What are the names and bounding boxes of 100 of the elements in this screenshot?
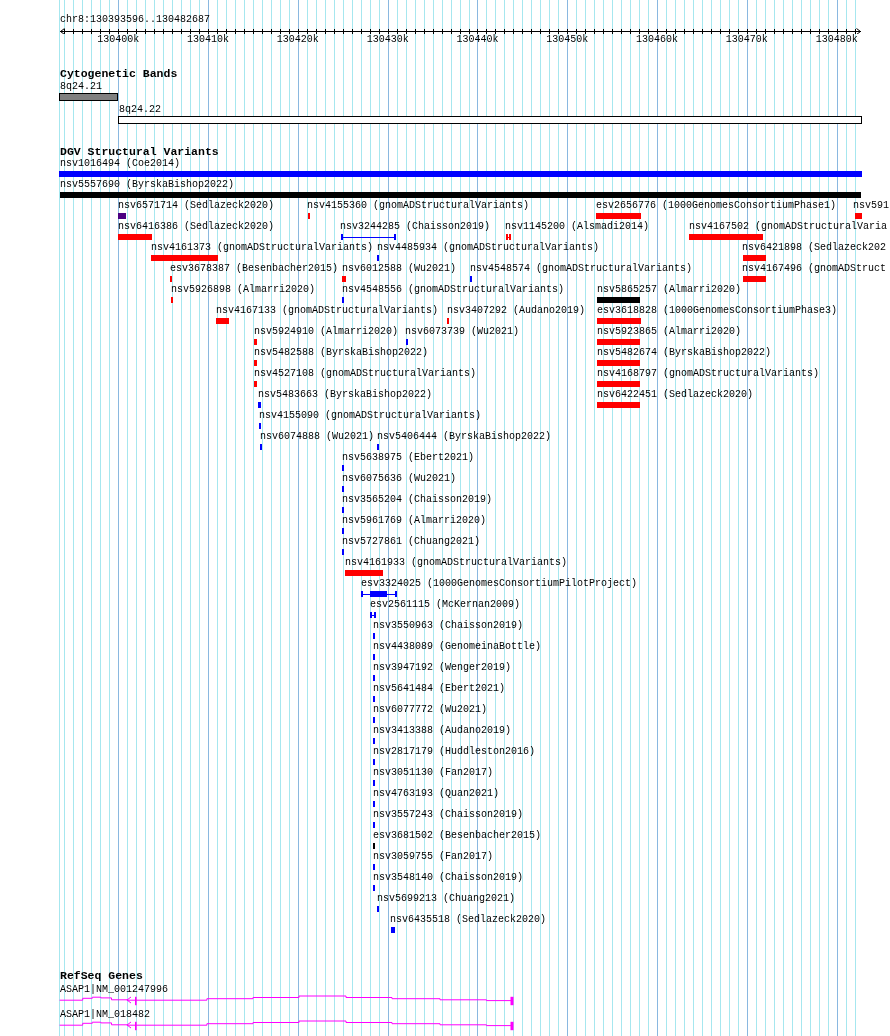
tick-label: 130430k (366, 34, 409, 46)
track-title: RefSeq Genes (60, 969, 143, 982)
variant-range[interactable] (506, 234, 511, 240)
feature-label: nsv5865257 (Almarri2020) (597, 284, 742, 296)
feature-label: nsv4167496 (gnomADStruct (742, 263, 887, 275)
feature-label: nsv3947192 (Wenger2019) (373, 662, 512, 674)
tick-label: 130410k (187, 34, 230, 46)
feature-label: nsv5406444 (ByrskaBishop2022) (377, 431, 552, 443)
feature-label: esv2656776 (1000GenomesConsortiumPhase1) (596, 200, 837, 212)
feature-label: nsv3413388 (Audano2019) (373, 725, 512, 737)
variant-range[interactable] (361, 591, 397, 597)
feature-label: nsv5699213 (Chuang2021) (377, 893, 516, 905)
feature-label: nsv4167133 (gnomADStructuralVariants) (216, 305, 439, 317)
feature-label: nsv6074888 (Wu2021) (260, 431, 375, 443)
variant-bar[interactable] (151, 255, 218, 261)
tick-label: 130480k (815, 34, 858, 46)
feature-label: nsv4155360 (gnomADStructuralVariants) (307, 200, 530, 212)
variant-bar[interactable] (118, 213, 126, 219)
tick-label: 130400k (97, 34, 140, 46)
variant-bar[interactable] (743, 255, 766, 261)
feature-label: nsv2817179 (Huddleston2016) (373, 746, 536, 758)
feature-label: nsv4548574 (gnomADStructuralVariants) (470, 263, 693, 275)
gene-label: ASAP1|NM_001247996 (60, 984, 169, 996)
feature-label: nsv5482588 (ByrskaBishop2022) (254, 347, 429, 359)
tick-label: 130450k (546, 34, 589, 46)
variant-bar[interactable] (855, 213, 862, 219)
variant-bar[interactable] (216, 318, 229, 324)
feature-label: nsv1145200 (Alsmadi2014) (505, 221, 650, 233)
feature-label: nsv4485934 (gnomADStructuralVariants) (377, 242, 600, 254)
feature-label: nsv5641484 (Ebert2021) (373, 683, 506, 695)
variant-bar[interactable] (345, 570, 383, 576)
feature-label: nsv3244285 (Chaisson2019) (340, 221, 491, 233)
feature-label: esv2561115 (McKernan2009) (370, 599, 521, 611)
tick-label: 130460k (636, 34, 679, 46)
feature-label: nsv4161373 (gnomADStructuralVariants) (151, 242, 374, 254)
tick-label: 130440k (456, 34, 499, 46)
variant-bar[interactable] (254, 360, 257, 366)
feature-label: nsv5727861 (Chuang2021) (342, 536, 481, 548)
feature-label: nsv3407292 (Audano2019) (447, 305, 586, 317)
feature-label: nsv5961769 (Almarri2020) (342, 515, 487, 527)
variant-bar[interactable] (254, 381, 257, 387)
variant-bar[interactable] (118, 234, 152, 240)
variant-bar[interactable] (596, 213, 641, 219)
feature-label: nsv6073739 (Wu2021) (405, 326, 520, 338)
variant-bar[interactable] (689, 234, 763, 240)
feature-label: nsv1016494 (Coe2014) (60, 158, 181, 170)
feature-label: nsv3550963 (Chaisson2019) (373, 620, 524, 632)
feature-label: esv3678387 (Besenbacher2015) (170, 263, 339, 275)
feature-label: nsv5923865 (Almarri2020) (597, 326, 742, 338)
tick-label: 130470k (725, 34, 768, 46)
variant-bar[interactable] (391, 927, 395, 933)
feature-label: nsv5482674 (ByrskaBishop2022) (597, 347, 772, 359)
feature-label: nsv6075636 (Wu2021) (342, 473, 457, 485)
feature-label: nsv3059755 (Fan2017) (373, 851, 494, 863)
band-label: 8q24.21 (60, 81, 102, 93)
tick-label: 130420k (276, 34, 319, 46)
feature-label: esv3618828 (1000GenomesConsortiumPhase3) (597, 305, 838, 317)
variant-bar[interactable] (743, 276, 766, 282)
gene-transcript[interactable] (59, 1020, 514, 1031)
variant-bar[interactable] (597, 339, 640, 345)
variant-bar[interactable] (59, 171, 862, 177)
feature-label: nsv4161933 (gnomADStructuralVariants) (345, 557, 568, 569)
feature-label: nsv5557690 (ByrskaBishop2022) (60, 179, 235, 191)
feature-label: nsv4168797 (gnomADStructuralVariants) (597, 368, 820, 380)
variant-bar[interactable] (60, 192, 861, 198)
feature-label: nsv3548140 (Chaisson2019) (373, 872, 524, 884)
feature-label: nsv5926898 (Almarri2020) (171, 284, 316, 296)
feature-label: nsv4548556 (gnomADStructuralVariants) (342, 284, 565, 296)
variant-bar[interactable] (254, 339, 257, 345)
feature-label: nsv4763193 (Quan2021) (373, 788, 500, 800)
feature-label: nsv6416386 (Sedlazeck2020) (118, 221, 275, 233)
variant-range[interactable] (341, 234, 396, 240)
feature-label: nsv6435518 (Sedlazeck2020) (390, 914, 547, 926)
variant-bar[interactable] (258, 402, 261, 408)
feature-label: nsv4438089 (GenomeinaBottle) (373, 641, 542, 653)
variant-bar[interactable] (342, 276, 346, 282)
feature-label: nsv6422451 (Sedlazeck2020) (597, 389, 754, 401)
feature-label: nsv4167502 (gnomADStructuralVaria (689, 221, 888, 233)
track-title: Cytogenetic Bands (60, 67, 178, 80)
variant-bar[interactable] (597, 360, 640, 366)
variant-bar[interactable] (597, 297, 640, 303)
variant-bar[interactable] (597, 402, 640, 408)
feature-label: nsv4155090 (gnomADStructuralVariants) (259, 410, 482, 422)
feature-label: nsv3557243 (Chaisson2019) (373, 809, 524, 821)
feature-label: nsv591 (853, 200, 889, 212)
feature-label: nsv6012588 (Wu2021) (342, 263, 457, 275)
gene-label: ASAP1|NM_018482 (60, 1009, 150, 1021)
feature-label: nsv5483663 (ByrskaBishop2022) (258, 389, 433, 401)
feature-label: nsv6077772 (Wu2021) (373, 704, 488, 716)
gene-transcript[interactable] (59, 995, 514, 1006)
feature-label: esv3681502 (Besenbacher2015) (373, 830, 542, 842)
variant-bar[interactable] (597, 318, 641, 324)
track-title: DGV Structural Variants (60, 145, 219, 158)
feature-label: nsv5638975 (Ebert2021) (342, 452, 475, 464)
variant-bar[interactable] (597, 381, 640, 387)
feature-label: nsv4527108 (gnomADStructuralVariants) (254, 368, 477, 380)
feature-label: esv3324025 (1000GenomesConsortiumPilotProject) (361, 578, 638, 590)
variant-range[interactable] (370, 612, 376, 618)
feature-label: nsv3051130 (Fan2017) (373, 767, 494, 779)
feature-label: nsv5924910 (Almarri2020) (254, 326, 399, 338)
